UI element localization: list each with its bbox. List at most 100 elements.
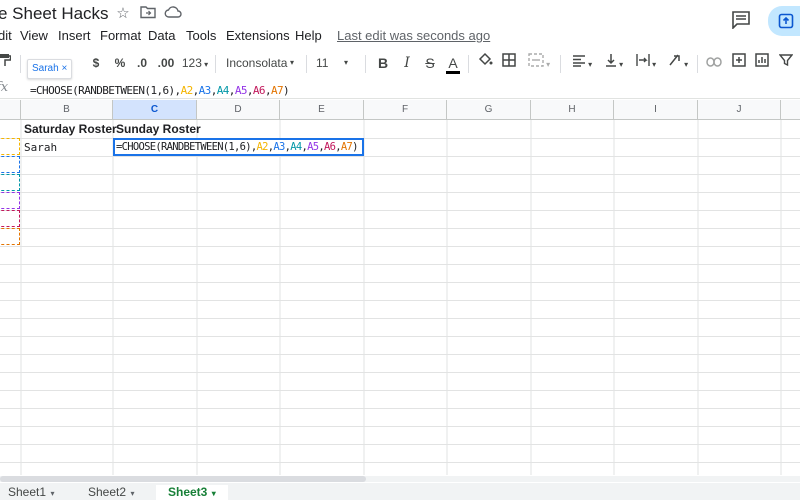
insert-link-icon[interactable] [704, 50, 724, 76]
share-button[interactable] [768, 6, 800, 36]
borders-icon[interactable] [500, 50, 518, 76]
star-icon[interactable]: ☆ [114, 5, 132, 23]
range-highlight-A6 [0, 210, 20, 227]
formula-token: ) [352, 141, 358, 153]
formula-token: A4 [290, 141, 302, 153]
column-header-A[interactable] [0, 100, 21, 119]
column-header-E[interactable]: E [280, 100, 364, 119]
sheet-tab-3-active[interactable]: Sheet3 ▾ [156, 485, 228, 500]
last-edit-link[interactable]: Last edit was seconds ago [337, 28, 490, 43]
paint-format-icon[interactable] [0, 50, 12, 76]
chevron-down-icon: ▾ [126, 489, 135, 498]
percent-format-button[interactable]: % [112, 50, 128, 76]
toolbar-divider [365, 55, 366, 73]
range-highlight-A5 [0, 192, 20, 209]
column-header-I[interactable]: I [614, 100, 698, 119]
cell-B1[interactable]: Saturday Roster [24, 122, 117, 136]
text-rotation-icon[interactable]: ▾ [664, 50, 692, 76]
increase-decimal-button[interactable]: .00 [155, 50, 177, 76]
formula-token: A6 [324, 141, 336, 153]
formula-token: A3 [198, 84, 212, 97]
formula-token: A5 [307, 141, 319, 153]
range-highlight-A4 [0, 174, 20, 191]
document-title[interactable]: e Sheet Hacks [0, 4, 109, 24]
toolbar-divider [20, 55, 21, 73]
text-wrap-icon[interactable]: ▾ [632, 50, 660, 76]
decrease-decimal-button[interactable]: .0 [133, 50, 151, 76]
menu-help[interactable]: Help [295, 28, 322, 43]
merge-cells-icon[interactable]: ▾ [524, 50, 554, 76]
column-header-H[interactable]: H [531, 100, 614, 119]
formula-token: A7 [340, 141, 353, 153]
menu-data[interactable]: Data [148, 28, 175, 43]
menu-insert[interactable]: Insert [58, 28, 91, 43]
toolbar-divider [215, 55, 216, 73]
formula-token: A2 [256, 141, 269, 153]
formula-token: ) [283, 84, 290, 97]
more-formats-label: 123 [181, 56, 202, 70]
more-formats-button[interactable]: 123 ▾ [180, 50, 210, 76]
cell-grid[interactable] [0, 120, 800, 475]
column-header-B[interactable]: B [21, 100, 113, 119]
toolbar-divider [560, 55, 561, 73]
menu-extensions[interactable]: Extensions [226, 28, 290, 43]
chevron-down-icon: ▾ [344, 58, 349, 67]
currency-format-button[interactable]: $ [88, 50, 104, 76]
sheet-tab-label: Sheet2 [88, 485, 127, 499]
column-header-J[interactable]: J [698, 100, 781, 119]
sheet-tab-label: Sheet1 [8, 485, 47, 499]
toolbar-divider [468, 55, 469, 73]
formula-bar-divider [0, 98, 800, 99]
insert-comment-icon[interactable] [729, 50, 749, 76]
comment-history-icon[interactable] [731, 11, 751, 30]
chevron-down-icon: ▾ [207, 489, 216, 498]
cloud-status-icon[interactable] [164, 5, 182, 23]
text-color-label: A [448, 55, 458, 71]
font-size-select[interactable]: 11 ▾ [316, 50, 356, 76]
menu-view[interactable]: View [20, 28, 48, 43]
menu-edit[interactable]: dit [0, 28, 12, 43]
move-folder-icon[interactable] [139, 5, 157, 23]
vertical-align-icon[interactable]: ▾ [600, 50, 628, 76]
strikethrough-button[interactable]: S [422, 50, 438, 76]
font-family-value: Inconsolata [226, 56, 288, 70]
range-highlight-A2 [0, 138, 20, 155]
formula-input[interactable]: =CHOOSE(RANDBETWEEN(1,6),A2,A3,A4,A5,A6,… [30, 84, 290, 97]
menu-format[interactable]: Format [100, 28, 141, 43]
fx-icon: fx [0, 80, 9, 95]
horizontal-scrollbar-thumb[interactable] [0, 476, 366, 482]
formula-token: A5 [234, 84, 248, 97]
sheet-tab-label: Sheet3 [168, 485, 208, 499]
text-color-button[interactable]: A [444, 50, 462, 76]
autocomplete-chip[interactable]: Sarah × [27, 59, 73, 79]
cell-C1[interactable]: Sunday Roster [116, 122, 201, 136]
menu-tools[interactable]: Tools [186, 28, 216, 43]
sheet-tab-1[interactable]: Sheet1 ▾ [8, 485, 55, 500]
insert-chart-icon[interactable] [752, 50, 772, 76]
sheet-tab-2[interactable]: Sheet2 ▾ [88, 485, 135, 500]
formula-token: A2 [180, 84, 194, 97]
cell-B2[interactable]: Sarah [24, 141, 57, 154]
fill-color-icon[interactable] [476, 50, 494, 76]
font-family-select[interactable]: Inconsolata ▾ [226, 50, 306, 76]
toolbar-divider [697, 55, 698, 73]
column-header-G[interactable]: G [447, 100, 531, 119]
horizontal-align-icon[interactable]: ▾ [568, 50, 596, 76]
active-cell-formula[interactable]: =CHOOSE(RANDBETWEEN(1,6),A2,A3,A4,A5,A6,… [116, 141, 358, 153]
italic-button[interactable]: I [399, 50, 415, 76]
column-header-C[interactable]: C [113, 100, 197, 119]
grid-lines [0, 120, 800, 475]
range-highlight-A3 [0, 156, 20, 173]
column-header-K[interactable] [781, 100, 800, 119]
formula-token: A6 [252, 84, 266, 97]
column-header-F[interactable]: F [364, 100, 447, 119]
column-header-D[interactable]: D [197, 100, 280, 119]
filter-icon[interactable] [776, 50, 796, 76]
bold-button[interactable]: B [375, 50, 391, 76]
formula-token: =CHOOSE(RANDBETWEEN(1,6), [30, 84, 181, 97]
text-color-swatch [446, 71, 460, 74]
toolbar-divider [306, 55, 307, 73]
formula-token: A3 [273, 141, 285, 153]
formula-token: A7 [270, 84, 284, 97]
range-highlight-A7 [0, 228, 20, 245]
